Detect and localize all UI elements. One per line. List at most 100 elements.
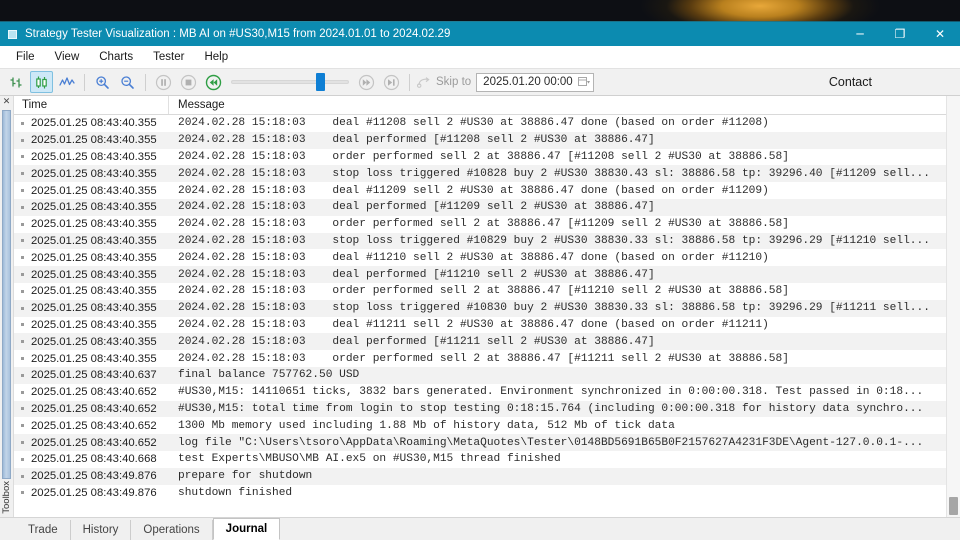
- journal-row-time-text: 2025.01.25 08:43:40.355: [31, 117, 157, 130]
- journal-row-time-text: 2025.01.25 08:43:40.355: [31, 318, 157, 331]
- journal-row-time-text: 2025.01.25 08:43:40.652: [31, 436, 157, 449]
- journal-scrollbar[interactable]: [946, 96, 960, 517]
- journal-column-header: Time Message: [14, 96, 946, 115]
- bar-chart-button[interactable]: [5, 71, 28, 93]
- journal-row-bullet-icon: [21, 189, 24, 193]
- journal-row[interactable]: 2025.01.25 08:43:40.668 test Experts\MBUS…: [14, 451, 946, 468]
- minimize-button[interactable]: ─: [840, 22, 880, 46]
- journal-row[interactable]: 2025.01.25 08:43:40.637 final balance 757…: [14, 366, 946, 384]
- tab-trade[interactable]: Trade: [16, 520, 71, 540]
- pause-button[interactable]: [152, 71, 175, 93]
- journal-row-time-text: 2025.01.25 08:43:40.652: [31, 402, 157, 415]
- journal-row-bullet-icon: [21, 121, 24, 125]
- zoom-in-button[interactable]: [91, 71, 114, 93]
- journal-row-bullet-icon: [21, 289, 24, 293]
- journal-row-message: final balance 757762.50 USD: [178, 369, 360, 382]
- line-chart-button[interactable]: [55, 71, 78, 93]
- journal-row-time-text: 2025.01.25 08:43:40.355: [31, 201, 157, 214]
- column-header-time[interactable]: Time: [14, 96, 169, 114]
- toolbox-tab-bar: Trade History Operations Journal: [0, 517, 960, 540]
- journal-row-message: 2024.02.28 15:18:03 deal performed [#112…: [178, 134, 655, 147]
- zoom-out-icon: [120, 75, 135, 90]
- fast-forward-button[interactable]: [355, 71, 378, 93]
- stop-button[interactable]: [177, 71, 200, 93]
- journal-row-message: 2024.02.28 15:18:03 order performed sell…: [178, 352, 789, 365]
- journal-row-time-text: 2025.01.25 08:43:40.355: [31, 251, 157, 264]
- journal-row[interactable]: 2025.01.25 08:43:40.355 2024.02.28 15:18:…: [14, 283, 946, 300]
- journal-row[interactable]: 2025.01.25 08:43:40.652 #US30,M15: 141106…: [14, 384, 946, 401]
- rewind-button[interactable]: [202, 71, 225, 93]
- journal-row-bullet-icon: [21, 340, 24, 344]
- candlestick-chart-button[interactable]: [30, 71, 53, 93]
- journal-row[interactable]: 2025.01.25 08:43:49.876 shutdown finished: [14, 485, 946, 502]
- tab-operations[interactable]: Operations: [131, 520, 213, 540]
- journal-row[interactable]: 2025.01.25 08:43:40.652 1300 Mb memory us…: [14, 417, 946, 434]
- menu-item-charts[interactable]: Charts: [89, 48, 143, 66]
- maximize-button[interactable]: ❐: [880, 22, 920, 46]
- journal-row-time-text: 2025.01.25 08:43:40.355: [31, 285, 157, 298]
- journal-scrollbar-thumb[interactable]: [949, 497, 958, 515]
- journal-rows: 2025.01.25 08:43:40.355 2024.02.28 15:18:…: [14, 115, 946, 517]
- journal-row-time: 2025.01.25 08:43:40.652: [14, 386, 169, 398]
- toolbox-rail-label: Toolbox: [1, 481, 12, 514]
- journal-row[interactable]: 2025.01.25 08:43:40.355 2024.02.28 15:18:…: [14, 198, 946, 216]
- journal-row-message: prepare for shutdown: [178, 470, 313, 483]
- speed-slider-thumb[interactable]: [316, 73, 325, 91]
- skip-to-field[interactable]: 2025.01.20 00:00: [476, 72, 595, 92]
- tab-history[interactable]: History: [71, 520, 132, 540]
- column-header-message[interactable]: Message: [169, 96, 946, 114]
- tab-journal[interactable]: Journal: [212, 518, 281, 540]
- journal-row-time-text: 2025.01.25 08:43:40.355: [31, 167, 157, 180]
- journal-row[interactable]: 2025.01.25 08:43:40.652 #US30,M15: total …: [14, 400, 946, 418]
- journal-row[interactable]: 2025.01.25 08:43:40.355 2024.02.28 15:18:…: [14, 299, 946, 317]
- journal-row-bullet-icon: [21, 205, 24, 209]
- journal-row-message: 2024.02.28 15:18:03 stop loss triggered …: [178, 234, 930, 247]
- journal-row[interactable]: 2025.01.25 08:43:40.355 2024.02.28 15:18:…: [14, 149, 946, 166]
- journal-row-bullet-icon: [21, 424, 24, 428]
- toolbox-rail-handle[interactable]: [2, 110, 11, 480]
- window-controls: ─ ❐ ✕: [840, 22, 960, 46]
- journal-row[interactable]: 2025.01.25 08:43:40.355 2024.02.28 15:18:…: [14, 165, 946, 183]
- toolbar-separator: [84, 73, 85, 91]
- close-button[interactable]: ✕: [920, 22, 960, 46]
- menu-item-file[interactable]: File: [6, 48, 45, 66]
- chevron-down-icon[interactable]: [577, 76, 590, 89]
- bar-chart-icon: [9, 75, 24, 90]
- skip-to-label: Skip to: [436, 76, 472, 88]
- journal-row-bullet-icon: [21, 390, 24, 394]
- contact-label[interactable]: Contact: [829, 75, 872, 89]
- journal-row-time: 2025.01.25 08:43:40.355: [14, 185, 169, 197]
- journal-row[interactable]: 2025.01.25 08:43:40.355 2024.02.28 15:18:…: [14, 266, 946, 283]
- journal-row-time: 2025.01.25 08:43:40.355: [14, 168, 169, 180]
- journal-row-time: 2025.01.25 08:43:40.355: [14, 117, 169, 129]
- journal-row-bullet-icon: [21, 306, 24, 310]
- toolbar-separator: [409, 73, 410, 91]
- menu-item-view[interactable]: View: [45, 48, 90, 66]
- app-icon: [8, 29, 17, 39]
- journal-row[interactable]: 2025.01.25 08:43:40.355 2024.02.28 15:18:…: [14, 317, 946, 334]
- journal-row-message: log file "C:\Users\tsoro\AppData\Roaming…: [178, 436, 924, 449]
- journal-row[interactable]: 2025.01.25 08:43:49.876 prepare for shutd…: [14, 467, 946, 485]
- journal-row[interactable]: 2025.01.25 08:43:40.355 2024.02.28 15:18:…: [14, 333, 946, 351]
- journal-row-bullet-icon: [21, 138, 24, 142]
- menu-item-help[interactable]: Help: [194, 48, 238, 66]
- journal-row[interactable]: 2025.01.25 08:43:40.652 log file "C:\User…: [14, 434, 946, 451]
- journal-row[interactable]: 2025.01.25 08:43:40.355 2024.02.28 15:18:…: [14, 350, 946, 367]
- skip-to-value[interactable]: 2025.01.20 00:00: [483, 76, 577, 88]
- skip-to-icon: [417, 75, 434, 90]
- journal-row-time: 2025.01.25 08:43:40.355: [14, 151, 169, 163]
- journal-row[interactable]: 2025.01.25 08:43:40.355 2024.02.28 15:18:…: [14, 232, 946, 250]
- skip-forward-button[interactable]: [380, 71, 403, 93]
- menu-item-tester[interactable]: Tester: [143, 48, 194, 66]
- toolbox-body: ✕ Toolbox Time Message 2025.01.25 08:43:…: [0, 96, 960, 517]
- journal-row[interactable]: 2025.01.25 08:43:40.355 2024.02.28 15:18:…: [14, 249, 946, 266]
- journal-row[interactable]: 2025.01.25 08:43:40.355 2024.02.28 15:18:…: [14, 131, 946, 149]
- journal-row[interactable]: 2025.01.25 08:43:40.355 2024.02.28 15:18:…: [14, 182, 946, 199]
- journal-row[interactable]: 2025.01.25 08:43:40.355 2024.02.28 15:18:…: [14, 216, 946, 233]
- journal-row[interactable]: 2025.01.25 08:43:40.355 2024.02.28 15:18:…: [14, 115, 946, 132]
- zoom-out-button[interactable]: [116, 71, 139, 93]
- journal-row-time-text: 2025.01.25 08:43:40.355: [31, 150, 157, 163]
- candlestick-chart-icon: [34, 75, 49, 90]
- speed-slider[interactable]: [231, 72, 349, 92]
- close-icon[interactable]: ✕: [3, 98, 11, 107]
